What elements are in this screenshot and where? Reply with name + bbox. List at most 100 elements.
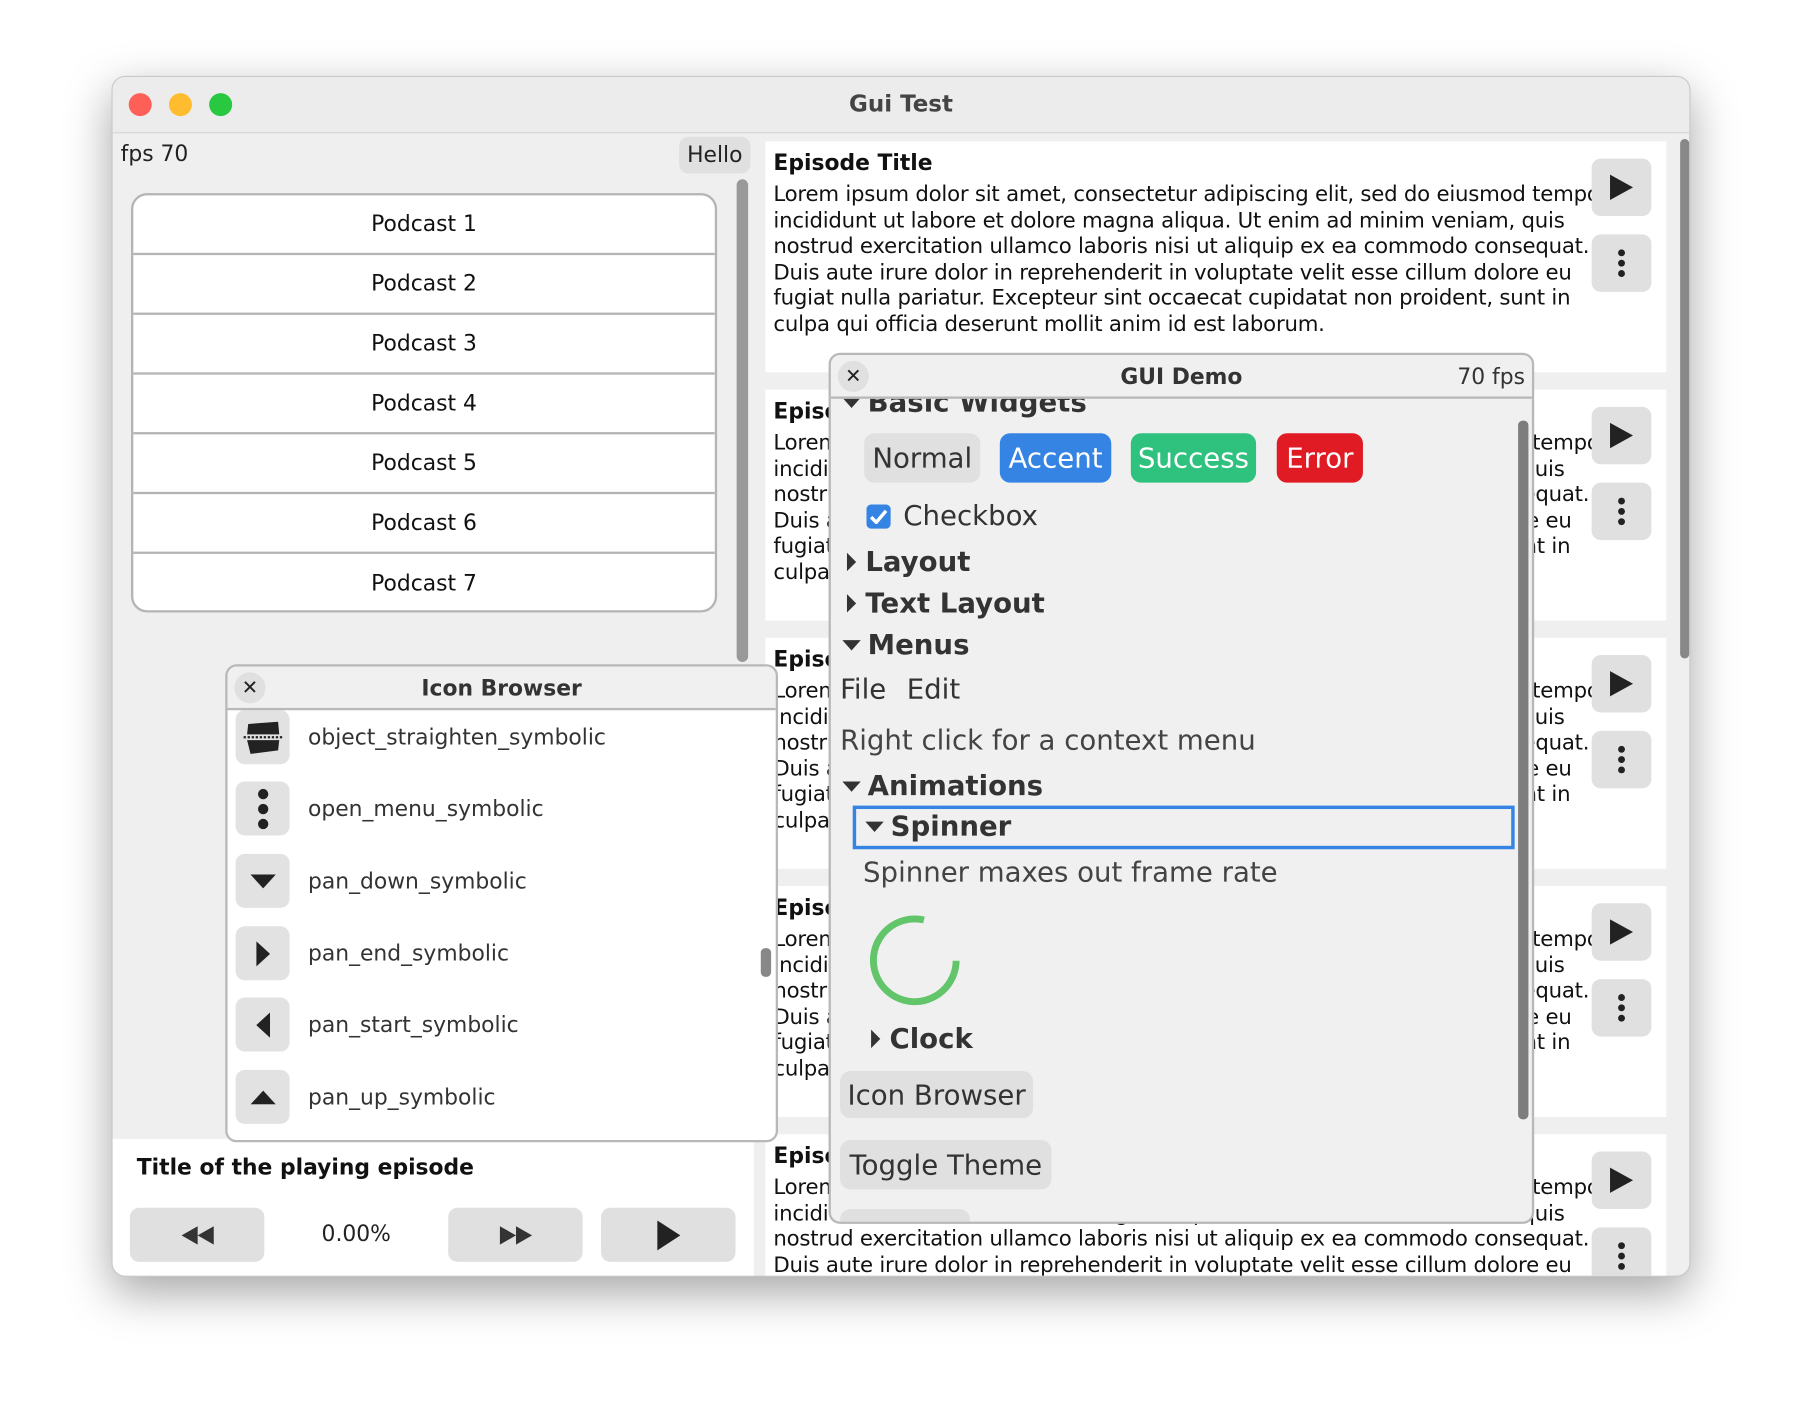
play-icon (1610, 919, 1634, 945)
menu-file[interactable]: File (840, 673, 886, 705)
chevron-right-icon (846, 594, 857, 613)
icon-name: object_straighten_symbolic (307, 724, 606, 750)
clipped-button[interactable] (840, 1208, 970, 1222)
icon-list-item[interactable]: object_straighten_symbolic (235, 710, 606, 765)
chevron-down-icon (842, 780, 861, 792)
episode-play-button[interactable] (1591, 655, 1652, 713)
icon-list-scrollbar[interactable] (760, 948, 772, 977)
play-icon (1610, 1167, 1634, 1193)
icon-name: pan_start_symbolic (307, 1011, 519, 1038)
chevron-right-icon (846, 552, 857, 572)
episode-description: Lorem ipsum dolor sit amet, consectetur … (773, 182, 1609, 337)
episode-card: Episode Title Lorem ipsum dolor sit amet,… (765, 141, 1667, 373)
icon-name: pan_end_symbolic (307, 940, 509, 966)
gui-demo-fps: 70 fps (1457, 364, 1525, 390)
icon-name: pan_down_symbolic (307, 868, 527, 894)
context-menu-hint[interactable]: Right click for a context menu (840, 724, 1256, 756)
open-menu-icon (1618, 745, 1625, 774)
pan-end-icon (235, 926, 290, 981)
error-button[interactable]: Error (1276, 433, 1363, 483)
episode-menu-button[interactable] (1591, 979, 1652, 1037)
gui-demo-scrollbar[interactable] (1518, 420, 1529, 1120)
play-button[interactable] (601, 1207, 736, 1262)
title-bar: Gui Test (112, 76, 1690, 134)
toggle-theme-button[interactable]: Toggle Theme (840, 1140, 1052, 1190)
fps-label: fps 70 (120, 141, 189, 167)
main-window: Gui Test fps 70 Hello Podcast 1 Podcast … (111, 75, 1691, 1277)
spinner-note: Spinner maxes out frame rate (863, 856, 1278, 889)
episode-menu-button[interactable] (1591, 730, 1652, 789)
checkbox-label: Checkbox (903, 499, 1038, 533)
rewind-icon (180, 1225, 214, 1245)
gui-demo-window: ✕ GUI Demo 70 fps Basic Widgets Normal A… (828, 352, 1535, 1224)
window-title: Gui Test (848, 89, 953, 118)
rewind-button[interactable] (129, 1207, 265, 1262)
open-menu-icon (235, 781, 290, 836)
normal-button[interactable]: Normal (864, 433, 981, 483)
playing-episode-title: Title of the playing episode (136, 1154, 474, 1181)
play-icon (656, 1219, 680, 1250)
checkbox[interactable] (866, 504, 891, 529)
icon-list-item[interactable]: pan_down_symbolic (235, 853, 527, 908)
open-menu-icon (1618, 497, 1625, 526)
gui-demo-title: GUI Demo (1120, 364, 1243, 390)
fast-forward-icon (499, 1225, 532, 1245)
chevron-down-icon (865, 821, 884, 832)
fast-forward-button[interactable] (448, 1207, 583, 1262)
spinner (869, 915, 960, 1006)
progress-label: 0.00% (321, 1221, 391, 1247)
podcast-item[interactable]: Podcast 2 (133, 255, 715, 315)
pan-start-icon (235, 997, 290, 1052)
episode-play-button[interactable] (1591, 903, 1652, 961)
episode-title: Episode Title (773, 150, 933, 176)
podcast-item[interactable]: Podcast 7 (133, 554, 714, 610)
episode-menu-button[interactable] (1591, 1227, 1652, 1276)
icon-list-item[interactable]: open_menu_symbolic (235, 781, 544, 836)
episodes-scrollbar[interactable] (1680, 139, 1690, 659)
hello-button[interactable]: Hello (679, 136, 751, 174)
open-menu-icon (1618, 249, 1625, 277)
podcast-list: Podcast 1 Podcast 2 Podcast 3 Podcast 4 … (131, 193, 718, 613)
section-text-layout[interactable]: Text Layout (846, 587, 1045, 619)
section-layout[interactable]: Layout (846, 546, 970, 578)
podcast-item[interactable]: Podcast 5 (133, 434, 715, 495)
podcast-item[interactable]: Podcast 4 (133, 375, 715, 435)
episode-menu-button[interactable] (1591, 482, 1652, 541)
checkmark-icon (869, 509, 888, 525)
section-spinner[interactable]: Spinner (865, 810, 1011, 842)
success-button[interactable]: Success (1130, 433, 1257, 483)
play-icon (1610, 422, 1634, 449)
icon-browser-titlebar: ✕ Icon Browser (227, 666, 776, 711)
left-scrollbar[interactable] (736, 179, 749, 662)
podcast-item[interactable]: Podcast 1 (133, 195, 715, 256)
podcast-item[interactable]: Podcast 3 (133, 315, 715, 375)
pan-up-icon (235, 1069, 290, 1124)
icon-browser-button[interactable]: Icon Browser (840, 1071, 1034, 1119)
play-icon (1610, 174, 1634, 200)
gui-demo-content: Basic Widgets Normal Accent Success Erro… (831, 355, 1532, 1222)
pan-down-icon (235, 853, 290, 908)
podcast-item[interactable]: Podcast 6 (133, 494, 715, 554)
icon-browser-window: ✕ Icon Browser object_straighten_symboli… (225, 664, 779, 1143)
menu-edit[interactable]: Edit (907, 673, 960, 705)
gui-demo-titlebar: ✕ GUI Demo 70 fps (830, 355, 1532, 399)
object-straighten-icon (235, 710, 290, 765)
episode-menu-button[interactable] (1591, 234, 1652, 292)
episode-play-button[interactable] (1591, 406, 1652, 465)
episode-play-button[interactable] (1591, 158, 1652, 217)
episode-play-button[interactable] (1591, 1151, 1652, 1209)
section-menus[interactable]: Menus (842, 629, 969, 661)
accent-button[interactable]: Accent (999, 433, 1112, 483)
icon-list-item[interactable]: pan_start_symbolic (235, 997, 519, 1052)
icon-browser-title: Icon Browser (421, 675, 582, 702)
open-menu-icon (1618, 994, 1625, 1022)
section-clock[interactable]: Clock (871, 1023, 973, 1055)
icon-list-item[interactable]: pan_end_symbolic (235, 926, 509, 981)
player-panel: Title of the playing episode 0.00% (112, 1138, 754, 1276)
play-icon (1610, 671, 1634, 697)
icon-list-item[interactable]: pan_up_symbolic (235, 1069, 496, 1124)
section-animations[interactable]: Animations (842, 770, 1043, 802)
chevron-right-icon (871, 1029, 881, 1049)
chevron-down-icon (842, 639, 861, 650)
open-menu-icon (1618, 1242, 1625, 1270)
